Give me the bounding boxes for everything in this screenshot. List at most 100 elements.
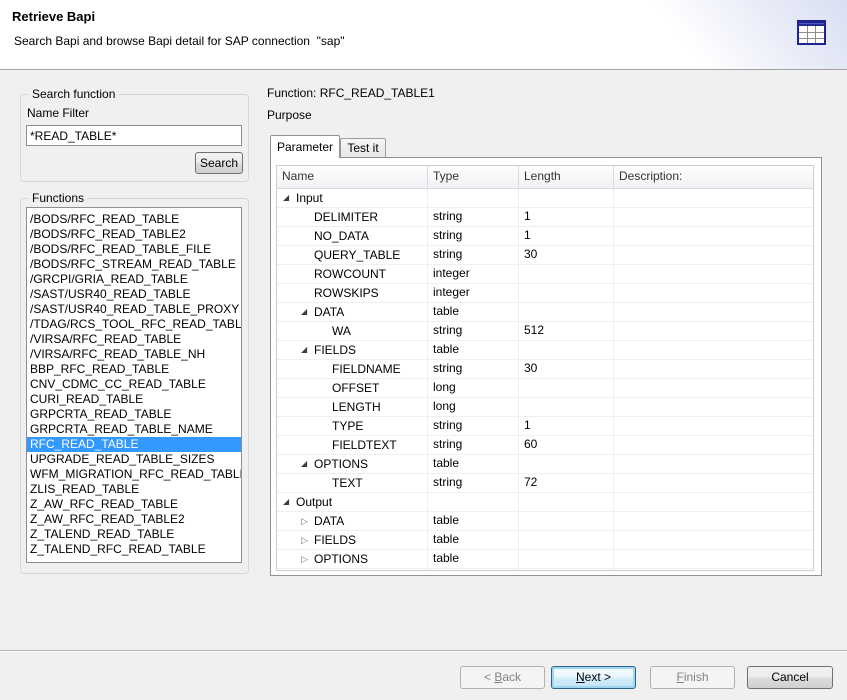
parameter-type xyxy=(428,189,519,207)
parameter-row[interactable]: ◢Input xyxy=(277,189,813,208)
function-list-item[interactable]: BBP_RFC_READ_TABLE xyxy=(27,362,241,377)
function-list-item[interactable]: /VIRSA/RFC_READ_TABLE_NH xyxy=(27,347,241,362)
expand-icon[interactable]: ◢ xyxy=(283,194,296,202)
function-list-item[interactable]: RFC_READ_TABLE xyxy=(27,437,241,452)
parameter-length: 30 xyxy=(519,360,614,378)
function-list-item[interactable]: /SAST/USR40_READ_TABLE xyxy=(27,287,241,302)
parameter-length: 72 xyxy=(519,474,614,492)
parameter-description xyxy=(614,455,813,473)
parameter-description xyxy=(614,341,813,359)
parameter-length xyxy=(519,455,614,473)
expand-icon[interactable]: ◢ xyxy=(301,308,314,316)
parameter-description xyxy=(614,360,813,378)
wizard-header: Retrieve Bapi Search Bapi and browse Bap… xyxy=(0,0,847,70)
parameter-row[interactable]: ▷OPTIONStable xyxy=(277,550,813,569)
parameter-description xyxy=(614,189,813,207)
parameter-row[interactable]: FIELDNAMEstring30 xyxy=(277,360,813,379)
parameter-description xyxy=(614,303,813,321)
parameter-length xyxy=(519,398,614,416)
parameter-name: DATA xyxy=(314,513,344,530)
function-list-item[interactable]: WFM_MIGRATION_RFC_READ_TABLE xyxy=(27,467,241,482)
parameter-description xyxy=(614,569,813,571)
function-list-item[interactable]: /GRCPI/GRIA_READ_TABLE xyxy=(27,272,241,287)
parameter-row[interactable]: ▷DATAtable xyxy=(277,512,813,531)
expand-icon[interactable]: ◢ xyxy=(301,460,314,468)
tab-test-it[interactable]: Test it xyxy=(340,138,386,157)
function-list-item[interactable]: CNV_CDMC_CC_READ_TABLE xyxy=(27,377,241,392)
parameter-length xyxy=(519,512,614,530)
parameter-row[interactable]: ROWCOUNTinteger xyxy=(277,265,813,284)
function-list-item[interactable]: /BODS/RFC_STREAM_READ_TABLE xyxy=(27,257,241,272)
parameter-row[interactable]: ROWSKIPSinteger xyxy=(277,284,813,303)
function-list-item[interactable]: Z_TALEND_RFC_READ_TABLE xyxy=(27,542,241,557)
function-list-item[interactable]: /BODS/RFC_READ_TABLE xyxy=(27,212,241,227)
parameter-row[interactable]: LENGTHlong xyxy=(277,398,813,417)
parameter-row[interactable]: NO_DATAstring1 xyxy=(277,227,813,246)
back-button[interactable]: < Back xyxy=(460,666,545,689)
function-list-item[interactable]: /VIRSA/RFC_READ_TABLE xyxy=(27,332,241,347)
parameter-length xyxy=(519,379,614,397)
parameter-description xyxy=(614,284,813,302)
function-list-item[interactable]: /TDAG/RCS_TOOL_RFC_READ_TABLE xyxy=(27,317,241,332)
parameter-row[interactable]: ▷FIELDS table xyxy=(277,531,813,550)
function-list-item[interactable]: /BODS/RFC_READ_TABLE_FILE xyxy=(27,242,241,257)
parameter-name: TYPE xyxy=(332,418,363,435)
collapse-icon[interactable]: ▷ xyxy=(301,536,314,544)
parameter-row[interactable]: QUERY_TABLEstring30 xyxy=(277,246,813,265)
parameter-length xyxy=(519,493,614,511)
parameter-row[interactable]: ◢DATAtable xyxy=(277,303,813,322)
function-list-item[interactable]: GRPCRTA_READ_TABLE xyxy=(27,407,241,422)
parameter-row[interactable]: ◢OPTIONStable xyxy=(277,455,813,474)
collapse-icon[interactable]: ▷ xyxy=(301,555,314,563)
tab-parameter[interactable]: Parameter xyxy=(270,135,340,158)
parameter-name: Input xyxy=(296,190,323,207)
parameter-row[interactable]: ◢FIELDStable xyxy=(277,341,813,360)
functions-list[interactable]: /BODS/RFC_READ_TABLE/BODS/RFC_READ_TABLE… xyxy=(26,207,242,563)
parameter-type: string xyxy=(428,322,519,340)
function-list-item[interactable]: UPGRADE_READ_TABLE_SIZES xyxy=(27,452,241,467)
parameter-row[interactable]: FIELDTEXTstring60 xyxy=(277,436,813,455)
column-header[interactable]: Name xyxy=(277,166,428,188)
function-list-item[interactable]: Z_AW_RFC_READ_TABLE xyxy=(27,497,241,512)
parameter-type: string xyxy=(428,208,519,226)
function-list-item[interactable]: GRPCRTA_READ_TABLE_NAME xyxy=(27,422,241,437)
column-header[interactable]: Length xyxy=(519,166,614,188)
parameter-type: table xyxy=(428,303,519,321)
name-filter-label: Name Filter xyxy=(27,106,89,120)
parameter-length: 1 xyxy=(519,208,614,226)
parameter-name: FIELDS xyxy=(314,532,356,549)
parameter-name: NO_DATA xyxy=(314,228,369,245)
finish-button[interactable]: Finish xyxy=(650,666,735,689)
cancel-button[interactable]: Cancel xyxy=(747,666,833,689)
parameter-type: long xyxy=(428,398,519,416)
function-list-item[interactable]: /BODS/RFC_READ_TABLE2 xyxy=(27,227,241,242)
column-header[interactable]: Description: xyxy=(614,166,813,188)
parameter-type: table xyxy=(428,531,519,549)
function-list-item[interactable]: /SAST/USR40_READ_TABLE_PROXY xyxy=(27,302,241,317)
parameter-row[interactable]: DELIMITERstring1 xyxy=(277,208,813,227)
parameter-type: string xyxy=(428,246,519,264)
parameter-length xyxy=(519,189,614,207)
name-filter-input[interactable] xyxy=(26,125,242,146)
function-list-item[interactable]: ZLIS_READ_TABLE xyxy=(27,482,241,497)
parameter-row[interactable]: WAstring512 xyxy=(277,322,813,341)
parameter-name: FIELDS xyxy=(314,342,356,359)
parameter-name: ROWSKIPS xyxy=(314,285,379,302)
expand-icon[interactable]: ◢ xyxy=(301,346,314,354)
function-list-item[interactable]: Z_TALEND_READ_TABLE xyxy=(27,527,241,542)
parameter-row[interactable]: OFFSETlong xyxy=(277,379,813,398)
column-header[interactable]: Type xyxy=(428,166,519,188)
function-list-item[interactable]: CURI_READ_TABLE xyxy=(27,392,241,407)
parameter-row[interactable]: TYPEstring1 xyxy=(277,417,813,436)
parameter-name: OFFSET xyxy=(332,380,379,397)
next-button[interactable]: Next > xyxy=(551,666,636,689)
page-subtitle: Search Bapi and browse Bapi detail for S… xyxy=(14,34,345,48)
parameter-description xyxy=(614,436,813,454)
function-list-item[interactable]: Z_AW_RFC_READ_TABLE2 xyxy=(27,512,241,527)
search-button[interactable]: Search xyxy=(195,152,243,174)
parameter-row[interactable]: TEXTstring72 xyxy=(277,474,813,493)
collapse-icon[interactable]: ▷ xyxy=(301,517,314,525)
parameter-description xyxy=(614,208,813,226)
expand-icon[interactable]: ◢ xyxy=(283,498,296,506)
parameter-row[interactable]: ◢Output xyxy=(277,493,813,512)
